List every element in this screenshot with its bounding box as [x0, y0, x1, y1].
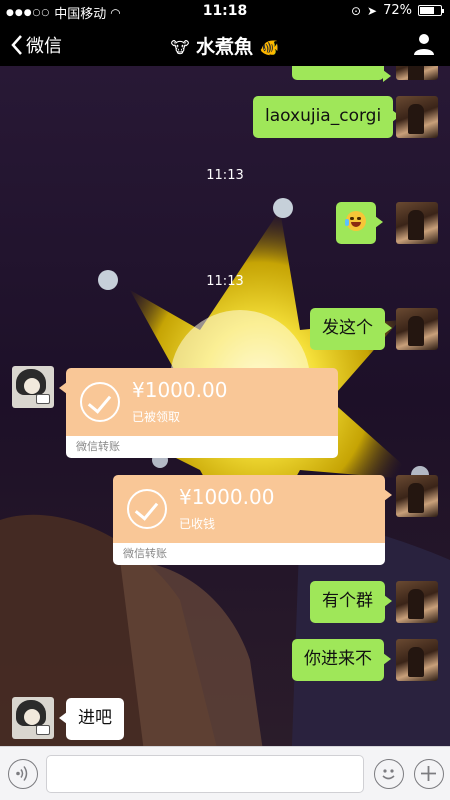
voice-wave-icon	[16, 766, 28, 781]
orientation-lock-icon: ⊙	[350, 3, 362, 18]
chat-title: 🐮 水煮魚 🐠	[0, 32, 450, 59]
message-bubble-emoji[interactable]	[336, 202, 383, 244]
chat-title-text: 水煮魚	[196, 36, 254, 58]
transfer-card-body: ¥1000.00 已收钱	[113, 475, 385, 543]
transfer-footer: 微信转账	[66, 436, 338, 458]
other-avatar[interactable]	[12, 697, 54, 739]
cow-emoji-icon: 🐮	[170, 38, 190, 57]
voice-button[interactable]	[8, 759, 38, 789]
input-bar	[0, 746, 450, 800]
timestamp-label: 11:13	[206, 168, 244, 183]
profile-icon[interactable]	[412, 32, 436, 56]
self-avatar[interactable]	[396, 202, 438, 244]
transfer-status: 已收钱	[179, 517, 216, 531]
self-avatar[interactable]	[396, 639, 438, 681]
laughing-crying-emoji-icon	[345, 210, 366, 231]
battery-percentage: 72%	[383, 3, 412, 18]
message-bubble-self[interactable]: 有个群	[310, 581, 392, 623]
transfer-amount: ¥1000.00	[132, 378, 228, 402]
other-avatar[interactable]	[12, 366, 54, 408]
message-bubble-other[interactable]: 进吧	[59, 698, 124, 740]
self-avatar[interactable]	[396, 96, 438, 138]
transfer-card-received[interactable]: ¥1000.00 已被领取 微信转账	[59, 368, 338, 458]
plus-button[interactable]	[414, 759, 444, 789]
self-avatar[interactable]	[396, 581, 438, 623]
message-input[interactable]	[46, 755, 364, 793]
transfer-card-sent[interactable]: ¥1000.00 已收钱 微信转账	[113, 475, 392, 565]
status-bar: ●●●○○ 中国移动 ◠ 11:18 ⊙ ➤ 72%	[0, 0, 450, 22]
message-bubble-self[interactable]: 发这个	[310, 308, 392, 350]
smiley-face-icon	[382, 769, 395, 780]
check-circle-icon	[80, 382, 120, 422]
emoji-button[interactable]	[374, 759, 404, 789]
plus-icon	[421, 766, 436, 781]
message-bubble-self[interactable]: laoxujia_corgi	[253, 96, 401, 138]
chat-header: 微信 🐮 水煮魚 🐠	[0, 22, 450, 66]
self-avatar[interactable]	[396, 475, 438, 517]
battery-icon	[418, 5, 444, 16]
transfer-status: 已被领取	[132, 410, 181, 424]
transfer-amount: ¥1000.00	[179, 485, 275, 509]
transfer-card-body: ¥1000.00 已被领取	[66, 368, 338, 436]
self-avatar[interactable]	[396, 308, 438, 350]
transfer-footer: 微信转账	[113, 543, 385, 565]
status-right: ⊙ ➤ 72%	[350, 3, 444, 18]
battery-fill	[420, 7, 434, 14]
location-arrow-icon: ➤	[367, 3, 378, 18]
fish-emoji-icon: 🐠	[259, 38, 280, 57]
message-bubble-self[interactable]: 你进来不	[292, 639, 391, 681]
timestamp-label: 11:13	[206, 274, 244, 289]
check-circle-icon	[127, 489, 167, 529]
